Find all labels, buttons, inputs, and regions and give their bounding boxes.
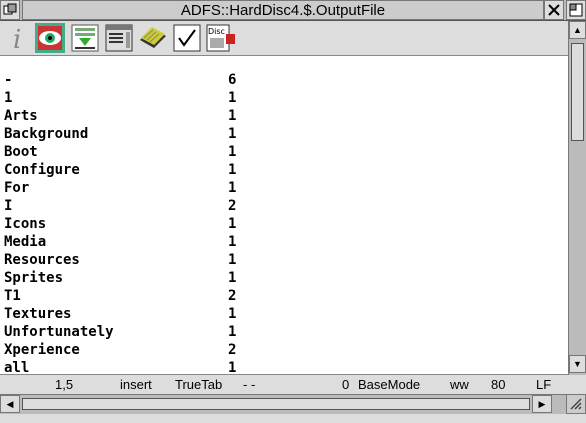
- display-mode: BaseMode: [358, 377, 421, 392]
- edit-mode: insert: [120, 377, 152, 392]
- line-count: 2: [228, 342, 237, 358]
- line-count: 1: [228, 234, 237, 250]
- line-word: Resources: [4, 252, 80, 268]
- line-count: 1: [228, 180, 237, 196]
- line-word: all: [4, 360, 30, 374]
- eye-icon: [35, 23, 65, 53]
- horizontal-scroll-thumb[interactable]: [22, 398, 530, 410]
- line-word: Media: [4, 234, 47, 250]
- wrap-mode: ww: [450, 377, 469, 392]
- line-word: -: [4, 72, 13, 88]
- find-tool[interactable]: [104, 23, 134, 53]
- window-icon: [105, 24, 133, 52]
- window-title[interactable]: ADFS::HardDisc4.$.OutputFile: [22, 0, 544, 20]
- line-word: Xperience: [4, 342, 80, 358]
- editor-window: ADFS::HardDisc4.$.OutputFile i Disc - 6 …: [0, 0, 586, 414]
- check-icon: [173, 24, 201, 52]
- vertical-scroll-thumb[interactable]: [571, 43, 584, 141]
- line-count: 1: [228, 126, 237, 142]
- resize-handle[interactable]: [566, 394, 586, 414]
- cursor-position: 1,5: [55, 377, 74, 392]
- line-word: Configure: [4, 162, 80, 178]
- line-count: 6: [228, 72, 237, 88]
- select-tool[interactable]: [172, 23, 202, 53]
- line-count: 1: [228, 360, 237, 374]
- line-word: Background: [4, 126, 89, 142]
- up-arrow-icon: ▲: [573, 25, 582, 35]
- line-count: 1: [228, 216, 237, 232]
- toolbar: i Disc: [0, 21, 568, 56]
- left-arrow-icon: ◀: [6, 398, 14, 409]
- close-icon: [548, 4, 560, 16]
- line-count: 1: [228, 306, 237, 322]
- line-word: 1: [4, 90, 13, 106]
- line-ending: LF: [536, 377, 552, 392]
- right-arrow-icon: ▶: [538, 398, 546, 409]
- svg-text:i: i: [13, 25, 21, 52]
- line-word: I: [4, 198, 13, 214]
- back-icon: [3, 3, 17, 15]
- svg-text:Disc: Disc: [208, 27, 225, 36]
- tab-mode: TrueTab: [175, 377, 223, 392]
- misc-tool[interactable]: [138, 23, 168, 53]
- wrap-width: 80: [491, 377, 506, 392]
- scroll-right-button[interactable]: ▶: [532, 395, 552, 413]
- info-tool[interactable]: i: [3, 23, 33, 53]
- back-button[interactable]: [0, 0, 20, 20]
- line-word: For: [4, 180, 30, 196]
- line-count: 1: [228, 324, 237, 340]
- disc-icon: Disc: [206, 24, 235, 52]
- line-word: Arts: [4, 108, 38, 124]
- line-count: 1: [228, 270, 237, 286]
- resize-icon: [570, 398, 582, 410]
- status-dashes: - -: [243, 377, 256, 392]
- line-word: T1: [4, 288, 21, 304]
- line-count: 1: [228, 162, 237, 178]
- line-count: 2: [228, 288, 237, 304]
- line-count: 1: [228, 252, 237, 268]
- line-word: Unfortunately: [4, 324, 114, 340]
- scroll-up-button[interactable]: ▲: [569, 21, 586, 39]
- line-word: Textures: [4, 306, 72, 322]
- scroll-left-button[interactable]: ◀: [0, 395, 20, 413]
- line-count: 1: [228, 108, 237, 124]
- vertical-scrollbar[interactable]: ▲ ▼: [568, 21, 586, 375]
- close-button[interactable]: [544, 0, 564, 20]
- scroll-down-button[interactable]: ▼: [569, 355, 586, 373]
- display-tool[interactable]: [35, 23, 65, 53]
- line-word: Boot: [4, 144, 38, 160]
- line-word: Sprites: [4, 270, 64, 286]
- info-icon: i: [13, 25, 21, 52]
- toggle-size-button[interactable]: [566, 0, 586, 20]
- text-area[interactable]: - 6 1 1 Arts 1 Background 1 Boot 1 Configure 1 For 1 I…: [0, 56, 568, 374]
- down-arrow-icon: ▼: [573, 359, 582, 369]
- marker-count: 0: [342, 377, 350, 392]
- book-icon: [140, 27, 166, 48]
- line-count: 1: [228, 144, 237, 160]
- line-word: Icons: [4, 216, 47, 232]
- save-icon: [71, 24, 99, 52]
- disc-tool[interactable]: Disc: [206, 23, 236, 53]
- title-bar[interactable]: ADFS::HardDisc4.$.OutputFile: [0, 0, 586, 21]
- line-count: 1: [228, 90, 237, 106]
- toggle-size-icon: [569, 3, 583, 17]
- horizontal-scrollbar[interactable]: ◀ ▶: [0, 394, 586, 414]
- line-count: 2: [228, 198, 237, 214]
- status-bar: 1,5 insert TrueTab - - 0 BaseMode ww 80 …: [0, 374, 568, 409]
- save-tool[interactable]: [70, 23, 100, 53]
